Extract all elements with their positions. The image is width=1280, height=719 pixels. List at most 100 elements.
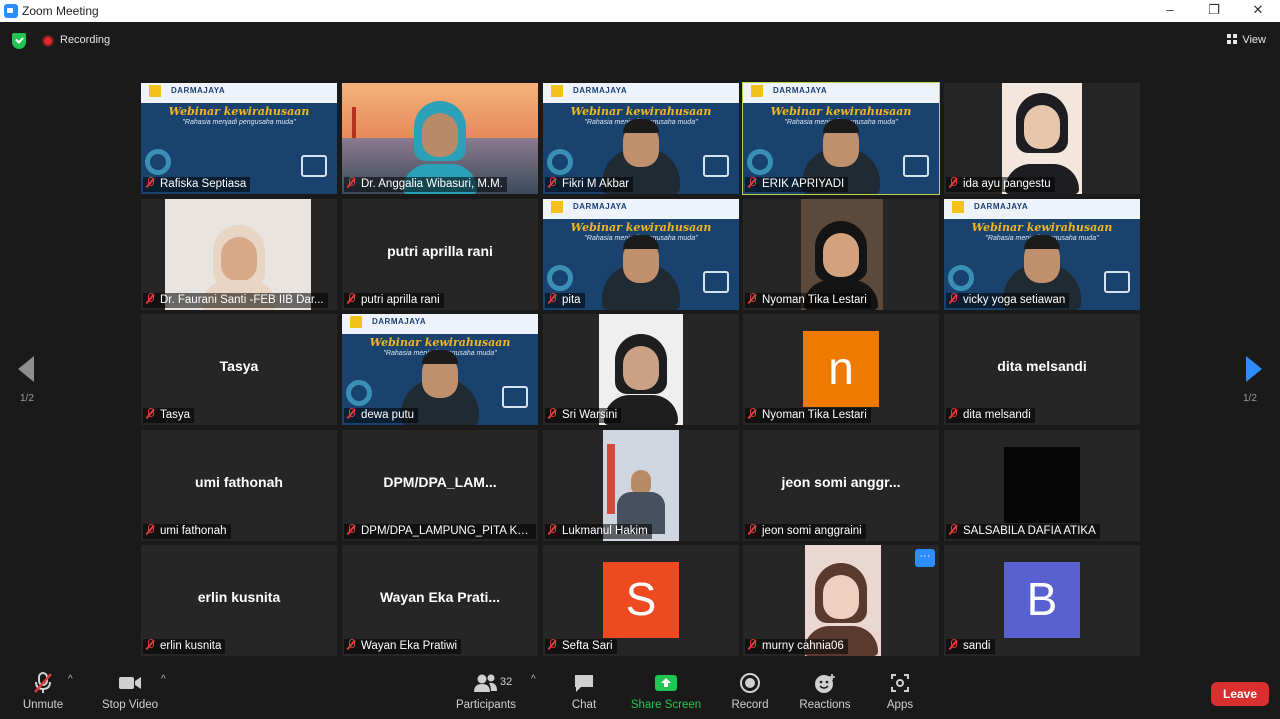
participant-name: Wayan Eka Pratiwi: [361, 640, 458, 652]
participant-tile[interactable]: DARMAJAYAWebinar kewirahusaan"Rahasia me…: [944, 199, 1140, 310]
participant-name-label: murny cahnia06: [745, 639, 848, 654]
muted-mic-icon: [747, 293, 757, 304]
participant-name-label: Wayan Eka Pratiwi: [344, 639, 462, 654]
participant-tile[interactable]: umi fathonah umi fathonah: [141, 430, 337, 541]
participant-tile[interactable]: DARMAJAYAWebinar kewirahusaan"Rahasia me…: [141, 83, 337, 194]
participant-tile[interactable]: SALSABILA DAFIA ATIKA: [944, 430, 1140, 541]
gear-decoration-icon: [145, 149, 171, 175]
next-page-arrow-icon[interactable]: [1246, 356, 1262, 382]
participant-tile[interactable]: jeon somi anggr... jeon somi anggraini: [743, 430, 939, 541]
participant-name-label: DPM/DPA_LAMPUNG_PITA KH...: [344, 524, 536, 539]
participant-display-name: dita melsandi: [997, 358, 1087, 374]
participant-tile[interactable]: n Nyoman Tika Lestari: [743, 314, 939, 425]
unmute-button[interactable]: Unmute: [18, 672, 68, 711]
chat-button[interactable]: Chat: [566, 672, 602, 711]
close-button[interactable]: ✕: [1236, 0, 1280, 22]
participant-name-label: dewa putu: [344, 408, 419, 423]
participants-label: Participants: [455, 699, 517, 711]
participant-name: SALSABILA DAFIA ATIKA: [963, 525, 1096, 537]
participant-tile[interactable]: DPM/DPA_LAM... DPM/DPA_LAMPUNG_PITA KH...: [342, 430, 538, 541]
muted-mic-icon: [948, 639, 958, 650]
participant-tile[interactable]: Nyoman Tika Lestari: [743, 199, 939, 310]
participant-tile[interactable]: S Sefta Sari: [543, 545, 739, 656]
participant-avatar: B: [1004, 562, 1080, 638]
participant-display-name: putri aprilla rani: [387, 243, 493, 259]
apps-button[interactable]: Apps: [882, 672, 918, 711]
banner-title: Webinar kewirahusaan: [168, 105, 310, 118]
participant-name: erlin kusnita: [160, 640, 222, 652]
participant-display-name: DPM/DPA_LAM...: [383, 474, 497, 490]
participant-tile[interactable]: Lukmanul Hakim: [543, 430, 739, 541]
muted-mic-icon: [948, 293, 958, 304]
participant-name-label: Lukmanul Hakim: [545, 524, 652, 539]
muted-mic-icon: [145, 293, 155, 304]
participant-name-label: dita melsandi: [946, 408, 1035, 423]
participant-name: ERIK APRIYADI: [762, 178, 845, 190]
participant-tile[interactable]: DARMAJAYAWebinar kewirahusaan"Rahasia me…: [543, 199, 739, 310]
meeting-toolbar: Unmute ^ Stop Video ^ Participants 32 ^ …: [0, 664, 1280, 719]
participant-tile[interactable]: ··· murny cahnia06: [743, 545, 939, 656]
video-options-caret-icon[interactable]: ^: [161, 674, 166, 685]
participant-tile[interactable]: DARMAJAYAWebinar kewirahusaan"Rahasia me…: [742, 82, 940, 195]
participant-tile[interactable]: Wayan Eka Prati... Wayan Eka Pratiwi: [342, 545, 538, 656]
participant-name-label: erlin kusnita: [143, 639, 226, 654]
participant-name-label: Tasya: [143, 408, 195, 423]
participant-tile[interactable]: ida ayu pangestu: [944, 83, 1140, 194]
recording-label: Recording: [60, 34, 111, 46]
participant-display-name: erlin kusnita: [197, 589, 281, 605]
leave-button[interactable]: Leave: [1211, 682, 1269, 706]
participant-name-label: pita: [545, 293, 585, 308]
participant-name-label: Nyoman Tika Lestari: [745, 408, 871, 423]
previous-page-arrow-icon[interactable]: [18, 356, 34, 382]
participant-tile[interactable]: putri aprilla rani putri aprilla rani: [342, 199, 538, 310]
chat-label: Chat: [571, 699, 597, 711]
video-camera-icon: [119, 677, 141, 689]
more-options-button[interactable]: ···: [915, 549, 935, 567]
muted-mic-icon: [346, 408, 356, 419]
restore-button[interactable]: ❐: [1192, 0, 1236, 22]
participant-name-label: Dr. Faurani Santi -FEB IIB Dar...: [143, 293, 328, 308]
participant-name-label: Sri Warsini: [545, 408, 622, 423]
audio-options-caret-icon[interactable]: ^: [68, 674, 73, 685]
participant-name: Tasya: [160, 409, 191, 421]
participant-name-label: Sefta Sari: [545, 639, 617, 654]
view-button[interactable]: View: [1227, 34, 1266, 46]
participant-tile[interactable]: dita melsandi dita melsandi: [944, 314, 1140, 425]
participants-options-caret-icon[interactable]: ^: [531, 674, 536, 685]
participant-tile[interactable]: Dr. Anggalia Wibasuri, M.M.: [342, 83, 538, 194]
share-screen-button[interactable]: Share Screen: [630, 672, 702, 711]
muted-mic-icon: [346, 177, 356, 188]
window-titlebar: Zoom Meeting – ❐ ✕: [0, 0, 1280, 22]
participant-tile[interactable]: Bsandi: [944, 545, 1140, 656]
stop-video-button[interactable]: Stop Video: [98, 672, 162, 711]
participant-tile[interactable]: Sri Warsini: [543, 314, 739, 425]
chat-bubble-icon: [575, 675, 593, 692]
participant-name: ida ayu pangestu: [963, 178, 1051, 190]
shield-icon[interactable]: [12, 33, 26, 49]
zoom-app-icon: [4, 4, 18, 18]
participant-tile[interactable]: DARMAJAYAWebinar kewirahusaan"Rahasia me…: [543, 83, 739, 194]
minimize-button[interactable]: –: [1148, 0, 1192, 22]
participant-name: Fikri M Akbar: [562, 178, 630, 190]
participant-name: Rafiska Septiasa: [160, 178, 247, 190]
participant-name: Sri Warsini: [562, 409, 618, 421]
participant-tile[interactable]: DARMAJAYAWebinar kewirahusaan"Rahasia me…: [342, 314, 538, 425]
banner-subtitle: "Rahasia menjadi pengusaha muda": [182, 119, 296, 126]
unmute-label: Unmute: [22, 699, 64, 711]
participant-tile[interactable]: erlin kusnita erlin kusnita: [141, 545, 337, 656]
participant-tile[interactable]: Tasya Tasya: [141, 314, 337, 425]
record-button[interactable]: Record: [728, 672, 772, 711]
page-indicator-left: 1/2: [20, 393, 34, 404]
participant-tile[interactable]: Dr. Faurani Santi -FEB IIB Dar...: [141, 199, 337, 310]
participant-name: sandi: [963, 640, 991, 652]
reactions-button[interactable]: Reactions: [798, 672, 852, 711]
muted-mic-icon: [145, 639, 155, 650]
participant-name: jeon somi anggraini: [762, 525, 862, 537]
muted-microphone-icon: [34, 672, 52, 693]
page-indicator-right: 1/2: [1243, 393, 1257, 404]
muted-mic-icon: [145, 408, 155, 419]
participant-name-label: Fikri M Akbar: [545, 177, 634, 192]
muted-mic-icon: [346, 639, 356, 650]
participant-name-label: Rafiska Septiasa: [143, 177, 251, 192]
participant-name-label: Dr. Anggalia Wibasuri, M.M.: [344, 177, 507, 192]
